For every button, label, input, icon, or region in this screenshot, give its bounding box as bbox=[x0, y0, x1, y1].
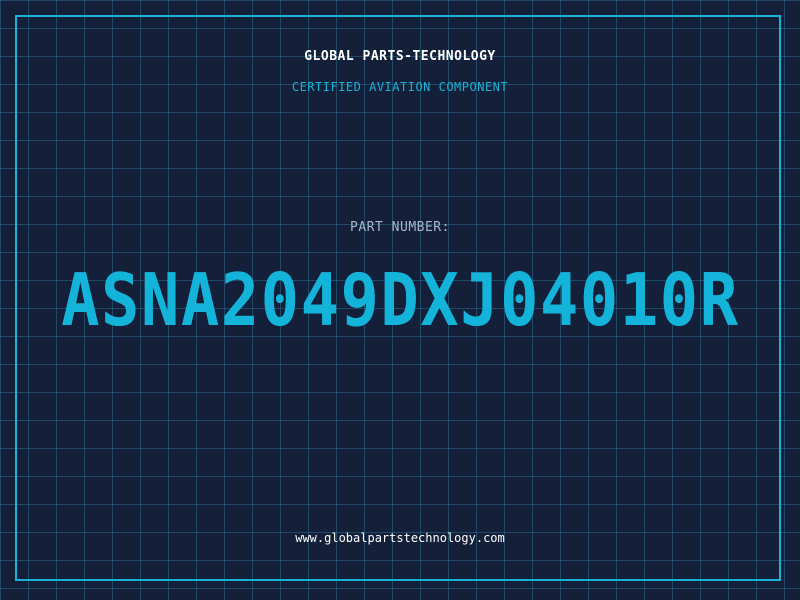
website-url: www.globalpartstechnology.com bbox=[295, 531, 505, 545]
brand-subtitle: CERTIFIED AVIATION COMPONENT bbox=[291, 80, 509, 94]
part-number-value: ASNA2049DXJ04010R bbox=[60, 258, 740, 342]
brand-title: GLOBAL PARTS-TECHNOLOGY bbox=[304, 49, 496, 64]
part-number-label: PART NUMBER: bbox=[350, 220, 450, 235]
part-number-container: ASNA2049DXJ04010R bbox=[0, 262, 800, 338]
